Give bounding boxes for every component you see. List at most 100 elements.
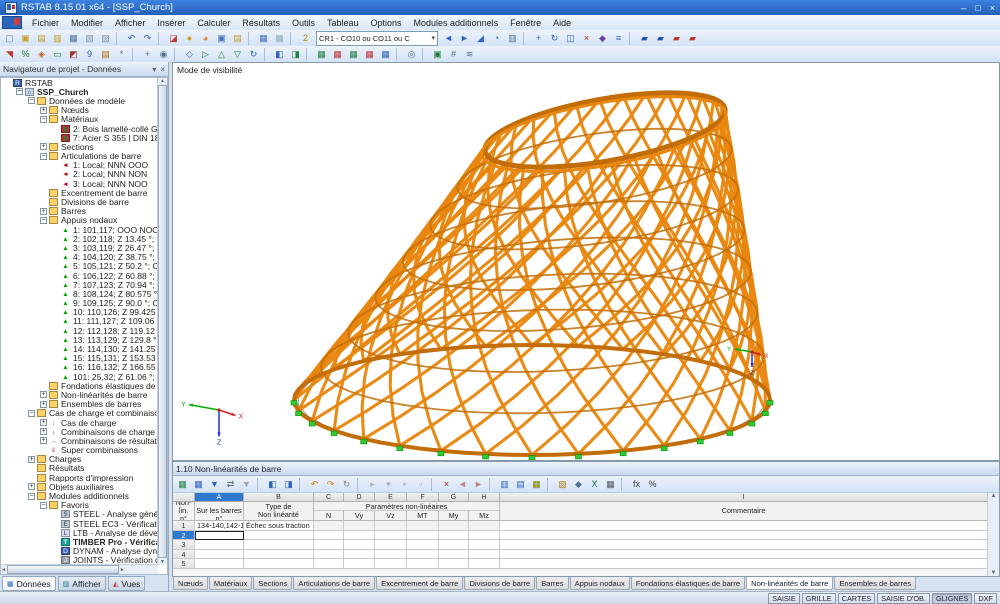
hide-tables-icon[interactable]: ▦	[272, 31, 287, 45]
tree-item[interactable]: Résultats	[1, 464, 158, 473]
minimize-button[interactable]: –	[961, 3, 966, 13]
expand-toggle[interactable]: +	[40, 400, 47, 408]
select-special-icon[interactable]: ◩	[66, 47, 81, 61]
cell[interactable]	[244, 540, 314, 550]
tree-item[interactable]: E STEEL EC3 - Vérification des barres en…	[1, 519, 158, 528]
recalc-load-case-icon[interactable]: ▰	[685, 31, 700, 45]
tree-item[interactable]: + Nœuds	[1, 106, 158, 115]
tree-item[interactable]: ▲ 15: 115,131; Z 153.53 °; OOO NOO	[1, 354, 158, 363]
cell[interactable]	[344, 559, 375, 569]
menu-item[interactable]: Modules additionnels	[408, 15, 505, 30]
expand-toggle[interactable]: +	[28, 455, 35, 463]
export-excel-icon[interactable]: X	[587, 477, 602, 491]
table-tab[interactable]: Nœuds	[173, 577, 208, 590]
cell[interactable]	[375, 521, 407, 531]
expand-toggle[interactable]: +	[40, 143, 47, 151]
open-project-icon[interactable]: ▣	[18, 31, 33, 45]
view-z-icon[interactable]: ▽	[230, 47, 245, 61]
tree-item[interactable]: + Non-linéarités de barre	[1, 390, 158, 400]
table-view-icon[interactable]: ▼	[207, 477, 222, 491]
cell[interactable]	[344, 549, 375, 560]
grid-icon[interactable]: #	[446, 47, 461, 61]
table-undo-icon[interactable]: ↶	[307, 477, 322, 491]
undo-icon[interactable]: ↶	[124, 31, 139, 45]
check-table-icon[interactable]: ▦	[529, 477, 544, 491]
tree-item[interactable]: ▲ 7: 107,123; Z 70.94 °; OOO NOO	[1, 280, 158, 289]
cell[interactable]	[314, 559, 344, 569]
tree-item[interactable]: − Cas de charge et combinaisons	[1, 409, 158, 418]
tree-item[interactable]: ▲ 12: 112,128; Z 119.12 °; OOO NOO	[1, 326, 158, 335]
table-follow-icon[interactable]: ⇄	[223, 477, 238, 491]
tree-item[interactable]: ▲ 1: 101,117; OOO NOO	[1, 225, 158, 234]
cell[interactable]	[439, 521, 469, 531]
work-plane-icon[interactable]: ▣	[430, 47, 445, 61]
units-icon[interactable]: %	[645, 477, 660, 491]
table-tab[interactable]: Barres	[536, 577, 569, 590]
active-cell[interactable]	[195, 530, 244, 541]
tree-item[interactable]: S STEEL - Analyse générale de contrainte	[1, 510, 158, 519]
tree-item[interactable]: ▲ 9: 109,125; Z 90.0 °; OOO NOO	[1, 299, 158, 308]
select-prev-icon[interactable]: ◄	[455, 477, 470, 491]
tree-item[interactable]: − Articulations de barre	[1, 152, 158, 161]
cell[interactable]	[500, 559, 988, 569]
tree-item[interactable]: ▲ 16: 116,132; Z 166.55 °; OOO NOO	[1, 363, 158, 372]
tree-item[interactable]: ▲ 2: 102,118; Z 13.45 °; OOO NOO	[1, 234, 158, 243]
menu-item[interactable]: Options	[365, 15, 408, 30]
view-y-icon[interactable]: △	[214, 47, 229, 61]
expand-toggle[interactable]: +	[40, 207, 47, 215]
grid-vertical-scrollbar[interactable]: ▲ ▼	[987, 493, 999, 576]
show-results-icon[interactable]: ◔	[489, 31, 504, 45]
tree-item[interactable]: ▲ 8: 108,124; Z 80.575 °; OOO NOO	[1, 289, 158, 298]
cell-type[interactable]: Échec sous traction	[244, 521, 314, 531]
visibility-mode-icon[interactable]: ◧	[272, 47, 287, 61]
menu-item[interactable]: Fichier	[26, 15, 65, 30]
cell[interactable]	[439, 559, 469, 569]
tree-item[interactable]: ◄ 2: Local; NNN NON	[1, 170, 158, 179]
copy-load-case-icon[interactable]: ▰	[653, 31, 668, 45]
tree-item[interactable]: Divisions de barre	[1, 197, 158, 207]
expand-toggle[interactable]: +	[40, 106, 47, 114]
expand-toggle[interactable]: +	[40, 419, 47, 427]
tree-item[interactable]: + ↓ Cas de charge	[1, 418, 158, 427]
cell[interactable]	[407, 559, 439, 569]
cell[interactable]	[314, 549, 344, 560]
tree-item[interactable]: ⇓ Super combinaisons	[1, 446, 158, 455]
table-filter-icon[interactable]: ▼	[239, 477, 254, 491]
select-window-icon[interactable]: ▭	[50, 47, 65, 61]
scroll-thumb[interactable]	[6, 565, 119, 574]
table-export-icon[interactable]: ▦	[175, 477, 190, 491]
tree-horizontal-scrollbar[interactable]: ◄ ►	[1, 564, 158, 574]
expand-toggle[interactable]: −	[28, 492, 35, 500]
expand-toggle[interactable]: +	[40, 428, 47, 436]
column-letter[interactable]: E	[375, 493, 407, 502]
tree-item[interactable]: − Favoris	[1, 501, 158, 510]
cell[interactable]	[407, 549, 439, 560]
next-table-icon[interactable]: ◨	[281, 477, 296, 491]
tree-item[interactable]: Rapports d'impression	[1, 473, 158, 482]
tree-item[interactable]: − Matériaux	[1, 115, 158, 124]
function-icon[interactable]: fx	[629, 477, 644, 491]
table-tab[interactable]: Excentrement de barre	[376, 577, 464, 590]
tree-item[interactable]: R RSTAB	[1, 78, 158, 87]
status-toggle[interactable]: GLIGNES	[931, 592, 973, 604]
tree-item[interactable]: ◄ 3: Local; NNN NOO	[1, 179, 158, 188]
view-rotate-icon[interactable]: ↻	[246, 47, 261, 61]
column-letter[interactable]: C	[314, 493, 344, 502]
column-letter[interactable]: A	[195, 493, 244, 502]
tree-item[interactable]: ▲ 4: 104,120; Z 38.75 °; OOO NOO	[1, 253, 158, 262]
tree-item[interactable]: − Modules additionnels	[1, 491, 158, 501]
expand-toggle[interactable]: +	[28, 483, 35, 491]
scroll-up-icon[interactable]: ▲	[160, 78, 165, 84]
color-scale-icon[interactable]: ▧	[555, 477, 570, 491]
cell[interactable]	[375, 540, 407, 550]
table-settings-icon[interactable]: ▦	[191, 477, 206, 491]
expand-toggle[interactable]: −	[40, 216, 47, 224]
show-tables-icon[interactable]: ▦	[256, 31, 271, 45]
copy-row-icon[interactable]: ▪	[397, 477, 412, 491]
scroll-right-icon[interactable]: ►	[120, 567, 125, 573]
menu-item[interactable]: Fenêtre	[504, 15, 547, 30]
import-table-icon[interactable]: ▦	[603, 477, 618, 491]
partial-view-icon[interactable]: ◨	[288, 47, 303, 61]
expand-toggle[interactable]: −	[28, 97, 35, 105]
zoom-in-icon[interactable]: ◉	[156, 47, 171, 61]
